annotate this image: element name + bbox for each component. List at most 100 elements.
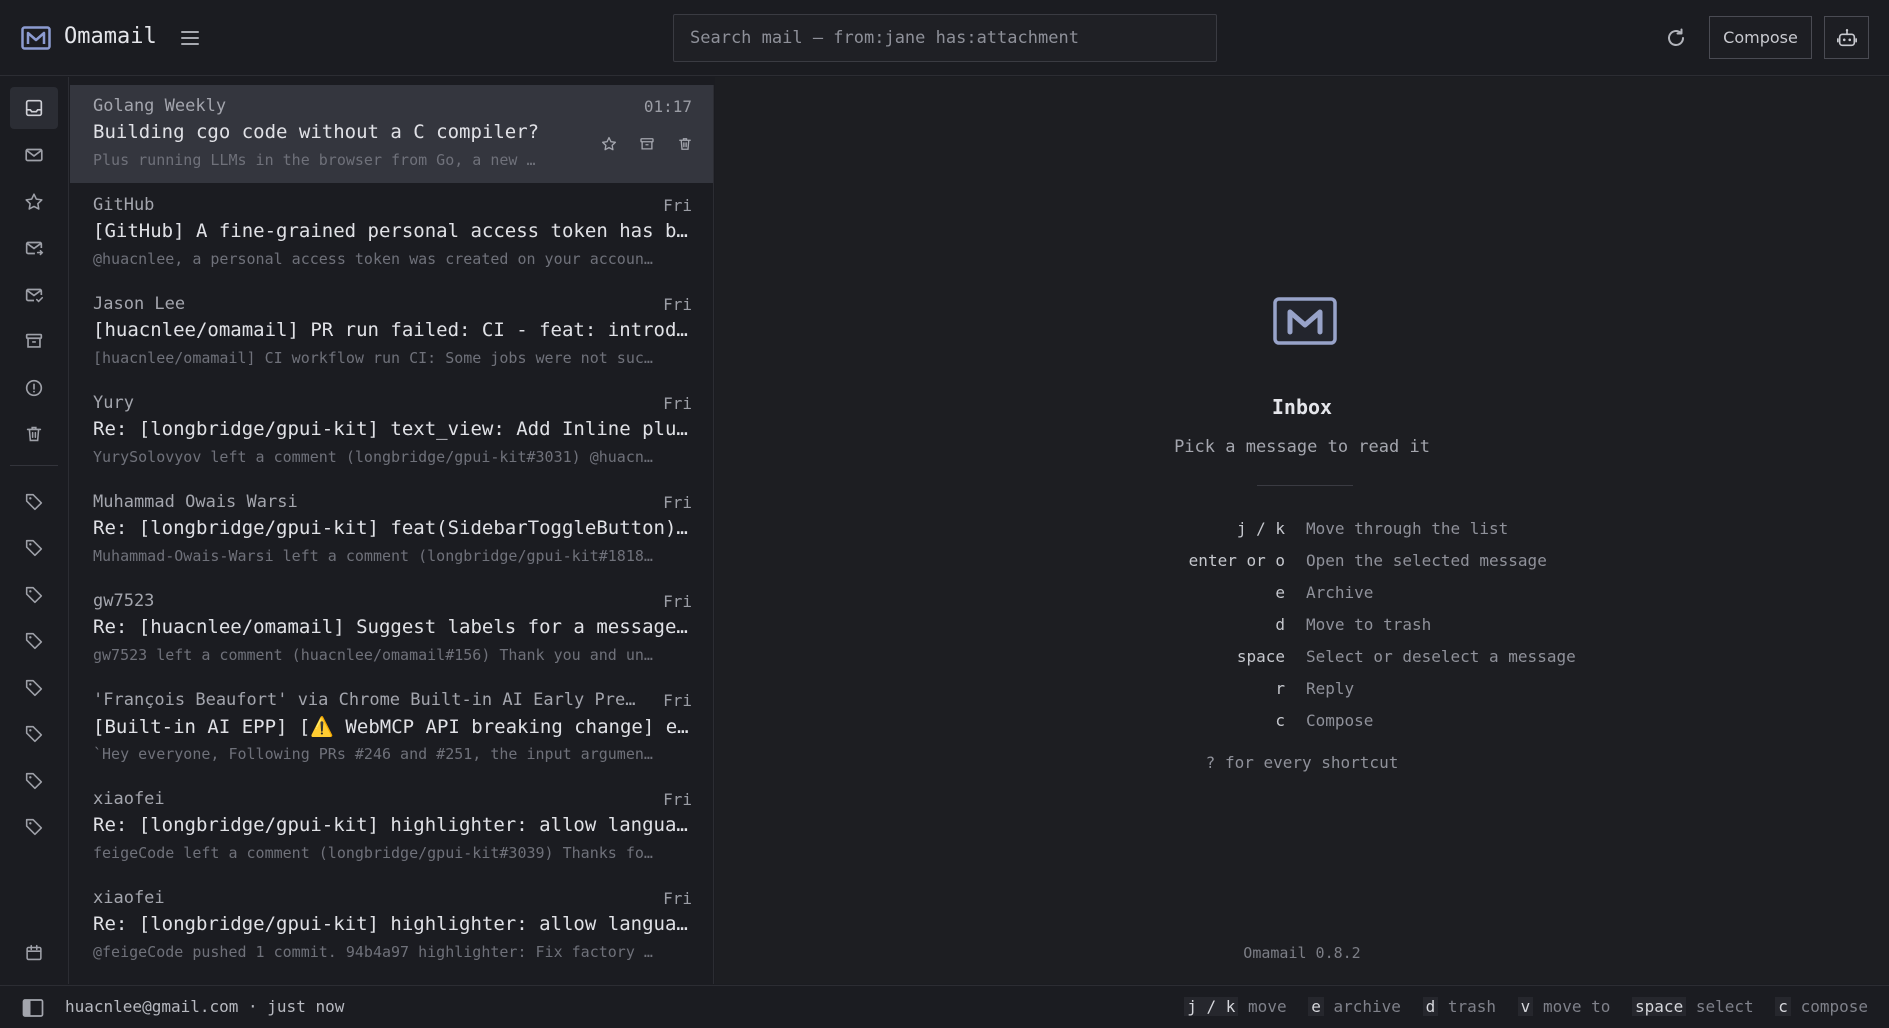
- nav-label-1[interactable]: [10, 481, 58, 523]
- tag-icon: [25, 725, 43, 743]
- shortcut-key: c: [1275, 711, 1285, 730]
- ai-assistant-button[interactable]: [1824, 16, 1869, 59]
- message-snippet: @feigeCode pushed 1 commit. 94b4a97 high…: [93, 943, 653, 961]
- nav-inbox[interactable]: [10, 87, 58, 129]
- row-actions: [600, 135, 694, 153]
- hint-desc: compose: [1800, 997, 1868, 1016]
- nav-label-4[interactable]: [10, 620, 58, 662]
- message-subject: [Built-in AI EPP] [⚠️ WebMCP API breakin…: [93, 716, 689, 738]
- message-sender: Muhammad Owais Warsi: [93, 492, 298, 512]
- bot-icon: [1836, 28, 1857, 46]
- rail-divider: [10, 465, 58, 466]
- message-row[interactable]: GitHub Fri [GitHub] A fine-grained perso…: [70, 184, 713, 282]
- message-sender: xiaofei: [93, 789, 165, 809]
- tag-icon: [25, 539, 43, 557]
- message-snippet: @huacnlee, a personal access token was c…: [93, 250, 653, 268]
- hint-key: e: [1308, 997, 1324, 1016]
- message-row[interactable]: Jason Lee Fri [huacnlee/omamail] PR run …: [70, 283, 713, 381]
- nav-label-8[interactable]: [10, 806, 58, 848]
- trash-icon: [26, 426, 42, 442]
- hint-desc: select: [1695, 997, 1754, 1016]
- message-time: Fri: [663, 790, 692, 809]
- message-subject: Re: [longbridge/gpui-kit] feat(SidebarTo…: [93, 517, 688, 539]
- hamburger-menu-icon[interactable]: [178, 26, 202, 50]
- hint-desc: archive: [1333, 997, 1401, 1016]
- hint-key: v: [1517, 997, 1534, 1016]
- nav-label-2[interactable]: [10, 527, 58, 569]
- nav-done[interactable]: [10, 274, 58, 316]
- mail-check-icon: [25, 288, 44, 303]
- shortcut-row: r Reply: [715, 679, 1889, 703]
- omamail-logo-icon: [21, 26, 51, 50]
- archive-icon[interactable]: [638, 135, 656, 153]
- message-sender: xiaofei: [93, 888, 165, 908]
- nav-calendar[interactable]: [10, 932, 58, 974]
- message-sender: GitHub: [93, 195, 155, 215]
- message-time: Fri: [663, 196, 692, 215]
- message-sender: Golang Weekly: [93, 96, 227, 116]
- shortcut-desc: Archive: [1306, 583, 1374, 602]
- app-version: Omamail 0.8.2: [1243, 944, 1361, 962]
- nav-label-3[interactable]: [10, 574, 58, 616]
- shortcut-row: j / k Move through the list: [715, 519, 1889, 543]
- shortcut-key: r: [1275, 679, 1285, 698]
- nav-label-7[interactable]: [10, 760, 58, 802]
- message-row[interactable]: gw7523 Fri Re: [huacnlee/omamail] Sugges…: [70, 580, 713, 678]
- message-time: Fri: [663, 295, 692, 314]
- message-snippet: feigeCode left a comment (longbridge/gpu…: [93, 844, 653, 862]
- account-status: huacnlee@gmail.com · just now: [65, 997, 345, 1016]
- nav-sent[interactable]: [10, 227, 58, 269]
- nav-label-6[interactable]: [10, 713, 58, 755]
- hint-desc: move: [1248, 997, 1287, 1016]
- tag-icon: [25, 586, 43, 604]
- shortcut-hint: ? for every shortcut: [1205, 753, 1399, 772]
- nav-label-5[interactable]: [10, 667, 58, 709]
- archive-icon: [25, 333, 43, 348]
- message-row[interactable]: xiaofei Fri Re: [longbridge/gpui-kit] hi…: [70, 877, 713, 975]
- nav-archive[interactable]: [10, 320, 58, 362]
- nav-trash[interactable]: [10, 413, 58, 455]
- message-sender: gw7523: [93, 591, 155, 611]
- message-row[interactable]: 'François Beaufort' via Chrome Built-in …: [70, 679, 713, 777]
- reading-pane: Inbox Pick a message to read it j / k Mov…: [715, 77, 1889, 984]
- message-snippet: Muhammad-Owais-Warsi left a comment (lon…: [93, 547, 653, 565]
- star-icon[interactable]: [600, 135, 618, 153]
- message-row[interactable]: xiaofei Fri Re: [longbridge/gpui-kit] hi…: [70, 778, 713, 876]
- shortcut-row: e Archive: [715, 583, 1889, 607]
- divider: [1257, 485, 1353, 486]
- search-input[interactable]: [673, 14, 1217, 62]
- tag-icon: [25, 493, 43, 511]
- top-bar: Omamail Compose: [0, 0, 1889, 76]
- keyboard-hints: j / k move e archive d trash v move to s…: [1184, 997, 1868, 1016]
- tag-icon: [25, 818, 43, 836]
- shortcut-desc: Move to trash: [1306, 615, 1432, 634]
- tag-icon: [25, 679, 43, 697]
- message-sender: Jason Lee: [93, 294, 186, 314]
- refresh-icon[interactable]: [1664, 26, 1688, 50]
- sidebar-toggle-icon[interactable]: [22, 998, 44, 1018]
- trash-icon[interactable]: [676, 135, 694, 153]
- nav-all-mail[interactable]: [10, 134, 58, 176]
- message-subject: [huacnlee/omamail] PR run failed: CI - f…: [93, 319, 688, 341]
- message-row[interactable]: Yury Fri Re: [longbridge/gpui-kit] text_…: [70, 382, 713, 480]
- message-row[interactable]: Muhammad Owais Warsi Fri Re: [longbridge…: [70, 481, 713, 579]
- nav-spam[interactable]: [10, 367, 58, 409]
- message-row[interactable]: Golang Weekly 01:17 Building cgo code wi…: [70, 85, 713, 183]
- navigation-rail: [0, 77, 69, 984]
- message-time: Fri: [663, 889, 692, 908]
- shortcut-key: space: [1236, 647, 1285, 666]
- shortcut-key: e: [1275, 583, 1285, 602]
- message-snippet: `Hey everyone, Following PRs #246 and #2…: [93, 745, 653, 763]
- compose-button[interactable]: Compose: [1709, 16, 1812, 59]
- shortcut-row: d Move to trash: [715, 615, 1889, 639]
- message-subject: [GitHub] A fine-grained personal access …: [93, 220, 688, 242]
- shortcut-desc: Open the selected message: [1306, 551, 1547, 570]
- alert-icon: [25, 379, 43, 397]
- message-list: Golang Weekly 01:17 Building cgo code wi…: [70, 85, 714, 984]
- nav-starred[interactable]: [10, 181, 58, 223]
- omamail-logo-icon: [1273, 297, 1337, 345]
- message-subject: Re: [huacnlee/omamail] Suggest labels fo…: [93, 616, 688, 638]
- shortcut-key: j / k: [1236, 519, 1285, 538]
- message-time: Fri: [663, 493, 692, 512]
- message-snippet: [huacnlee/omamail] CI workflow run CI: S…: [93, 349, 653, 367]
